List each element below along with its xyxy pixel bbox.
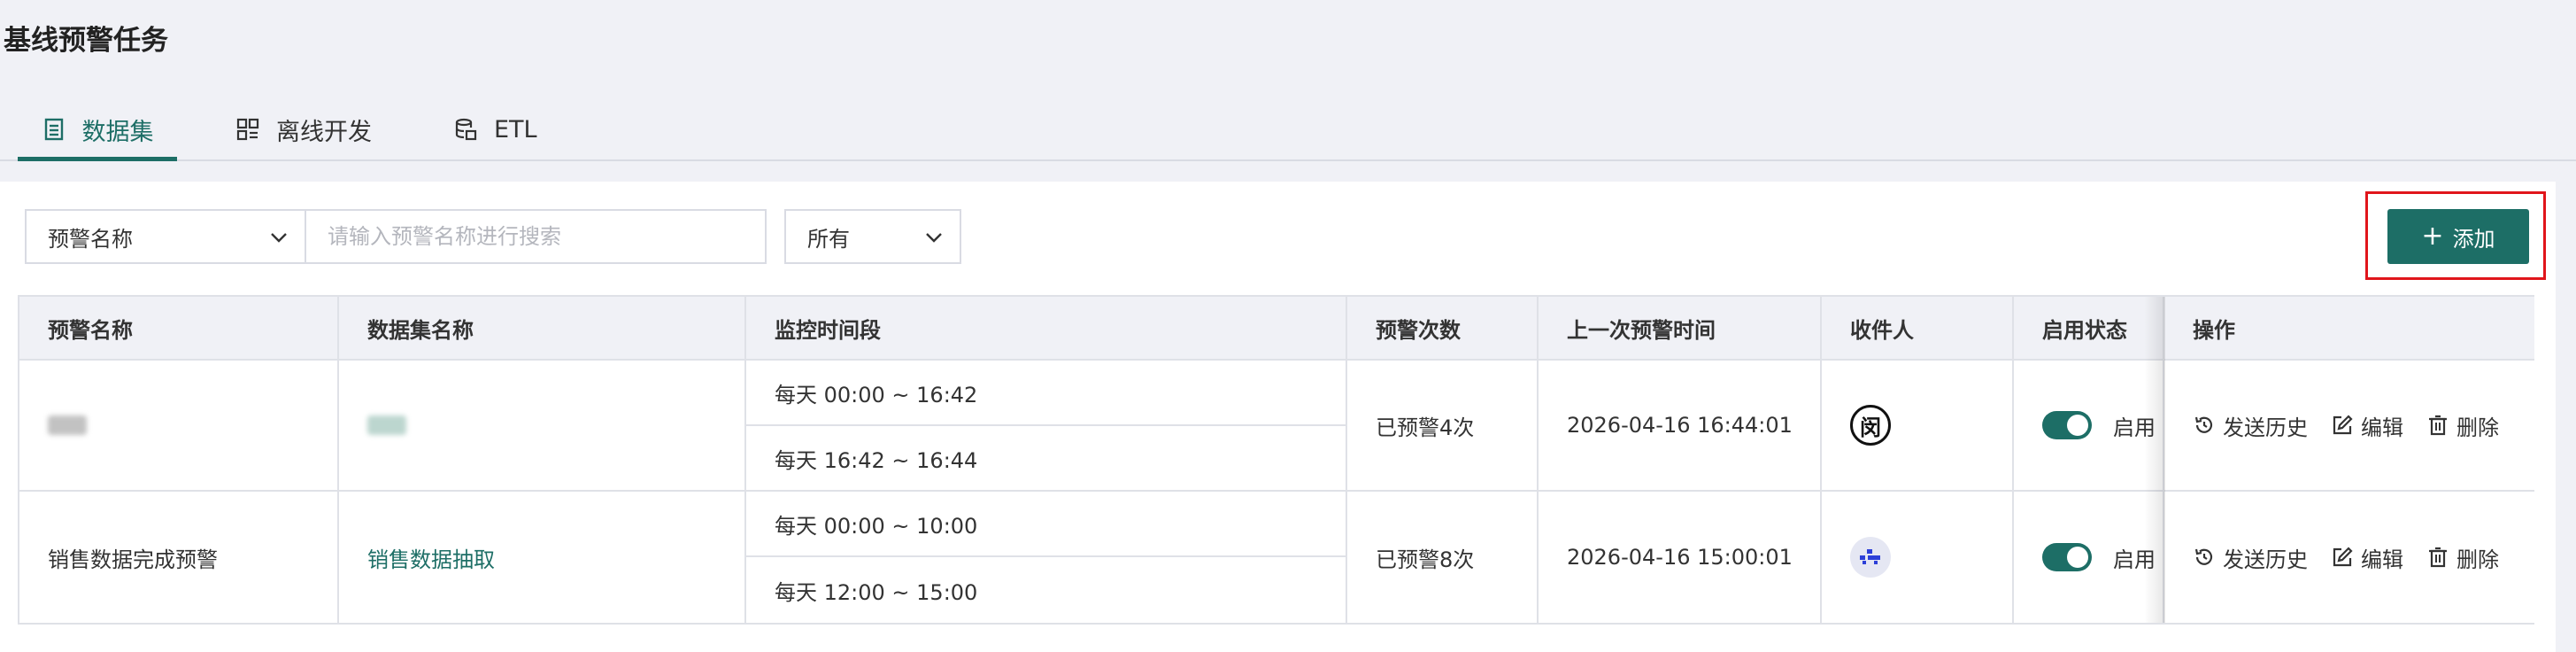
toggle-knob xyxy=(2067,547,2088,568)
tab-label: 离线开发 xyxy=(276,118,372,146)
send-history-button[interactable]: 发送历史 xyxy=(2193,542,2308,573)
table-cell-alert-name: 销售数据完成预警 xyxy=(19,492,339,623)
active-tab-indicator xyxy=(18,157,177,161)
delete-button[interactable]: 删除 xyxy=(2426,410,2499,441)
column-header: 数据集名称 xyxy=(339,297,746,361)
tab-bar: 数据集 离线开发 ETL xyxy=(0,99,2576,161)
page-title: 基线预警任务 xyxy=(4,25,168,57)
history-icon xyxy=(2194,416,2213,433)
send-history-label: 发送历史 xyxy=(2223,415,2308,440)
dataset-icon xyxy=(42,117,66,142)
table-cell-status: 启用 xyxy=(2014,361,2164,492)
tab-etl[interactable]: ETL xyxy=(453,99,537,159)
table-cell-last-alert-time: 2026-04-16 16:44:01 xyxy=(1539,361,1822,492)
column-header: 监控时间段 xyxy=(746,297,1347,361)
status-filter-select[interactable]: 所有 xyxy=(784,209,961,264)
offline-dev-icon xyxy=(235,117,260,142)
status-label: 启用 xyxy=(2113,547,2156,572)
table-cell-period: 每天 16:42 ~ 16:44 xyxy=(746,426,1347,492)
table-cell-alert-count: 已预警8次 xyxy=(1347,492,1539,623)
edit-label: 编辑 xyxy=(2361,415,2403,440)
table-cell-status: 启用 xyxy=(2014,492,2164,623)
tab-label: ETL xyxy=(494,115,537,144)
column-header: 预警名称 xyxy=(19,297,339,361)
avatar[interactable]: 闵 xyxy=(1850,405,1891,446)
alert-table: 预警名称 数据集名称 监控时间段 预警次数 上一次预警时间 收件人 启用状态 操… xyxy=(18,295,2534,625)
search-field-select-value: 预警名称 xyxy=(48,226,133,252)
status-filter-value: 所有 xyxy=(807,226,850,252)
edit-label: 编辑 xyxy=(2361,547,2403,572)
column-header: 收件人 xyxy=(1822,297,2014,361)
table-cell-actions: 发送历史 编辑 删除 xyxy=(2164,492,2534,623)
tab-dataset[interactable]: 数据集 xyxy=(18,99,177,161)
edit-button[interactable]: 编辑 xyxy=(2331,410,2403,441)
search-input[interactable] xyxy=(306,209,767,264)
chevron-down-icon xyxy=(269,228,289,252)
table-cell-recipient xyxy=(1822,492,2014,623)
enable-toggle[interactable] xyxy=(2042,411,2092,439)
table-cell-period: 每天 00:00 ~ 10:00 xyxy=(746,492,1347,557)
delete-label: 删除 xyxy=(2456,415,2499,440)
add-button-label: 添加 xyxy=(2452,226,2495,252)
enable-toggle[interactable] xyxy=(2042,543,2092,571)
toggle-knob xyxy=(2067,415,2088,436)
column-header: 预警次数 xyxy=(1347,297,1539,361)
history-icon xyxy=(2194,548,2213,565)
table-cell-dataset-name xyxy=(339,361,746,492)
table-cell-period: 每天 12:00 ~ 15:00 xyxy=(746,557,1347,623)
edit-button[interactable]: 编辑 xyxy=(2331,542,2403,573)
table-cell-period: 每天 00:00 ~ 16:42 xyxy=(746,361,1347,426)
delete-button[interactable]: 删除 xyxy=(2426,542,2499,573)
trash-icon xyxy=(2429,547,2447,568)
search-field-select[interactable]: 预警名称 xyxy=(25,209,306,264)
column-header: 启用状态 xyxy=(2014,297,2164,361)
edit-icon xyxy=(2333,415,2353,435)
table-cell-recipient: 闵 xyxy=(1822,361,2014,492)
table-cell-alert-name xyxy=(19,361,339,492)
dataset-link[interactable]: 销售数据抽取 xyxy=(339,492,746,623)
table-cell-alert-count: 已预警4次 xyxy=(1347,361,1539,492)
avatar[interactable] xyxy=(1850,537,1891,578)
table-cell-actions: 发送历史 编辑 删除 xyxy=(2164,361,2534,492)
blurred-text xyxy=(48,415,87,435)
tab-label: 数据集 xyxy=(81,118,154,146)
edit-icon xyxy=(2333,547,2353,567)
column-header: 上一次预警时间 xyxy=(1539,297,1822,361)
blurred-text xyxy=(367,415,406,435)
column-header: 操作 xyxy=(2164,297,2534,361)
send-history-label: 发送历史 xyxy=(2223,547,2308,572)
trash-icon xyxy=(2429,415,2447,436)
table-cell-last-alert-time: 2026-04-16 15:00:01 xyxy=(1539,492,1822,623)
avatar-pattern-icon xyxy=(1860,549,1880,564)
tab-offline-dev[interactable]: 离线开发 xyxy=(235,99,372,159)
plus-icon: + xyxy=(2421,221,2444,252)
send-history-button[interactable]: 发送历史 xyxy=(2193,410,2308,441)
delete-label: 删除 xyxy=(2456,547,2499,572)
chevron-down-icon xyxy=(924,228,944,252)
add-button[interactable]: + 添加 xyxy=(2387,209,2529,264)
etl-icon xyxy=(453,117,478,142)
status-label: 启用 xyxy=(2113,415,2156,440)
